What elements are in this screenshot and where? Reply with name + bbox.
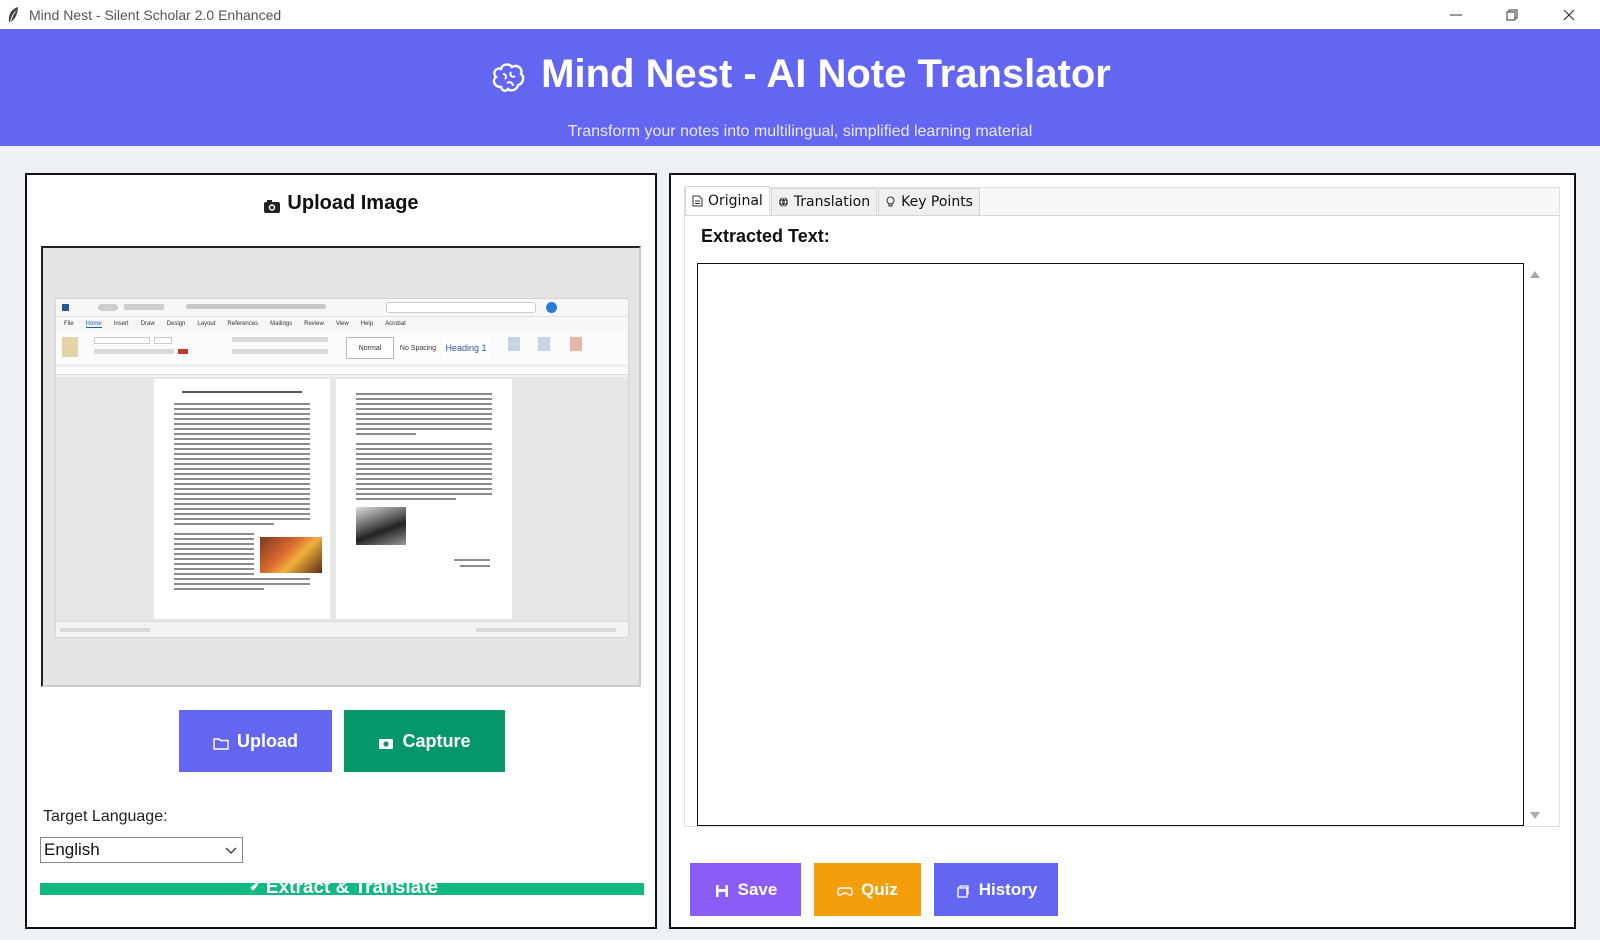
restore-button[interactable] (1484, 0, 1540, 29)
extract-translate-row: Extract & Translate (40, 883, 644, 895)
header-title-row: Mind Nest - AI Note Translator (0, 51, 1600, 97)
scroll-up-icon[interactable] (1530, 270, 1540, 278)
folder-icon (213, 737, 229, 750)
tab-key-points-label: Key Points (901, 194, 973, 210)
window-title: Mind Nest - Silent Scholar 2.0 Enhanced (29, 6, 282, 23)
page-subtitle: Transform your notes into multilingual, … (567, 123, 1033, 140)
tab-content-original: Extracted Text: (685, 215, 1559, 826)
tab-translation[interactable]: Translation (770, 188, 878, 215)
extracted-text-area[interactable] (697, 263, 1524, 826)
floppy-disk-icon (715, 885, 728, 897)
tab-original[interactable]: Original (685, 186, 770, 215)
brain-icon (492, 63, 525, 92)
save-button-label: Save (737, 879, 778, 899)
minimize-button[interactable] (1428, 0, 1484, 29)
upload-heading-label: Upload Image (287, 192, 419, 214)
quiz-button[interactable]: Quiz (814, 863, 921, 916)
page-icon (692, 195, 703, 207)
capture-button[interactable]: Capture (344, 710, 505, 772)
history-button[interactable]: History (934, 863, 1058, 916)
extract-translate-label: Extract & Translate (265, 883, 439, 895)
preview-doc-body (56, 377, 628, 621)
output-tabs: Original Translation Key Points Extracte… (684, 186, 1560, 827)
quiz-button-label: Quiz (861, 879, 898, 899)
history-icon (957, 885, 969, 898)
upload-button[interactable]: Upload (179, 710, 332, 772)
tab-original-label: Original (708, 193, 763, 209)
extracted-text-label: Extracted Text: (701, 226, 830, 246)
rocket-icon (248, 883, 259, 893)
dance-photo (260, 537, 322, 573)
preview-doc-statusbar (56, 621, 628, 637)
app-header: Mind Nest - AI Note Translator Transform… (0, 29, 1600, 146)
scroll-down-icon[interactable] (1530, 812, 1540, 820)
upload-button-label: Upload (237, 730, 298, 751)
restore-icon (1506, 9, 1518, 20)
preview-doc-ribbon: Normal No Spacing Heading 1 (56, 331, 628, 375)
target-language-select[interactable]: English (40, 837, 243, 863)
lightbulb-icon (886, 196, 895, 207)
feather-icon (8, 6, 18, 22)
chevron-down-icon (225, 847, 237, 854)
gamepad-icon (837, 887, 853, 896)
portrait-photo (356, 507, 406, 545)
tab-translation-label: Translation (793, 194, 871, 210)
tab-bar: Original Translation Key Points (685, 186, 981, 215)
target-language-value: English (44, 840, 100, 859)
target-language-label: Target Language: (43, 808, 168, 825)
preview-page-1 (154, 379, 330, 619)
tab-key-points[interactable]: Key Points (878, 188, 980, 215)
upload-heading: Upload Image (27, 192, 655, 215)
close-icon (1563, 9, 1575, 20)
capture-button-label: Capture (402, 730, 471, 751)
window-titlebar: Mind Nest - Silent Scholar 2.0 Enhanced (0, 0, 1600, 29)
upload-panel: Upload Image File Home Insert Draw Desig… (25, 173, 657, 929)
extracted-text-scrollbar[interactable] (1526, 263, 1544, 826)
page-title: Mind Nest - AI Note Translator (541, 51, 1111, 96)
close-button[interactable] (1541, 0, 1597, 29)
history-button-label: History (978, 879, 1038, 899)
minimize-icon (1450, 14, 1462, 15)
output-panel: Original Translation Key Points Extracte… (669, 173, 1576, 929)
image-preview: File Home Insert Draw Design Layout Refe… (41, 246, 641, 687)
preview-page-2 (336, 379, 512, 619)
camera-icon (379, 738, 394, 749)
globe-icon (778, 197, 788, 207)
save-button[interactable]: Save (690, 863, 801, 916)
camera-icon (264, 199, 281, 213)
extract-translate-button[interactable]: Extract & Translate (40, 883, 644, 895)
preview-doc-titlebar (56, 299, 628, 317)
preview-document-screenshot: File Home Insert Draw Design Layout Refe… (55, 298, 629, 638)
preview-doc-menus: File Home Insert Draw Design Layout Refe… (56, 317, 628, 331)
